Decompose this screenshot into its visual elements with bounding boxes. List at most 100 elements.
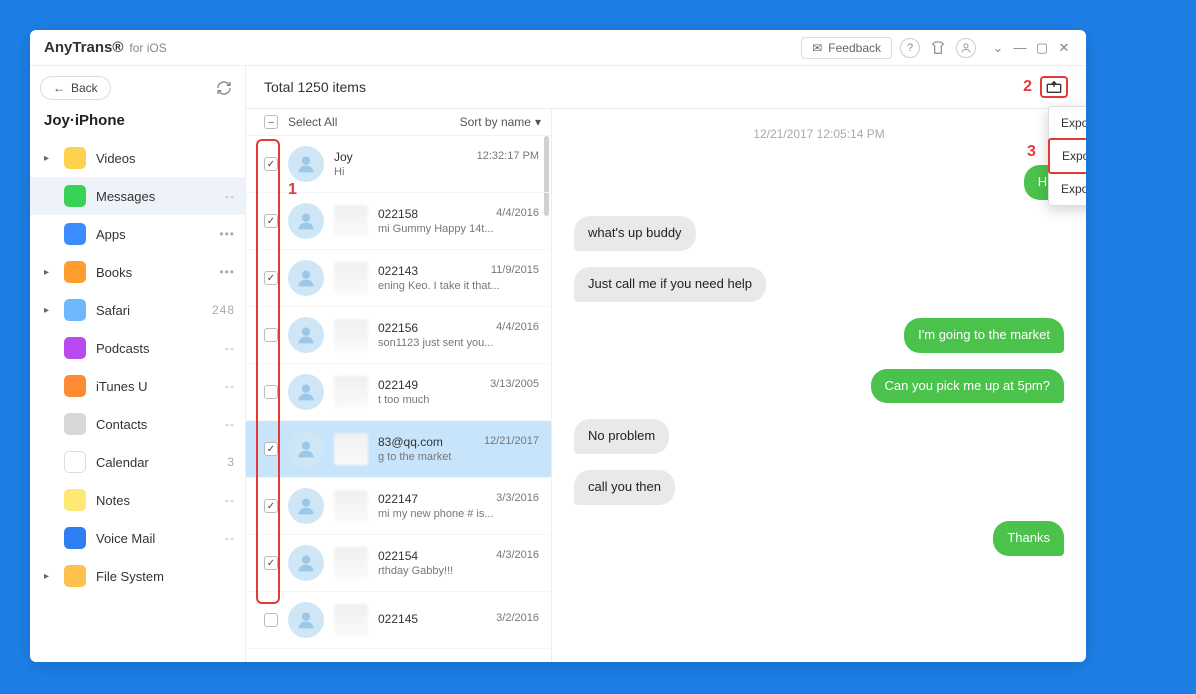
conversation-preview: rthday Gabby!!! <box>378 565 539 577</box>
app-icon <box>64 489 86 511</box>
conversation-row[interactable]: 0221584/4/2016mi Gummy Happy 14t... <box>246 193 551 250</box>
app-window: AnyTrans® for iOS ✉ Feedback ? ⌄ — ▢ ✕ <box>30 30 1086 662</box>
main-panel: Total 1250 items 2 – Select All <box>246 66 1086 662</box>
conversation-row[interactable]: Joy 12:32:17 PM Hi <box>246 136 551 193</box>
feedback-button[interactable]: ✉ Feedback <box>801 37 892 59</box>
feedback-label: Feedback <box>828 41 881 55</box>
conversation-date: 12:32:17 PM <box>477 150 539 164</box>
export-button[interactable] <box>1040 76 1068 98</box>
conversation-name: 83@qq.com <box>378 435 443 449</box>
redacted-block <box>334 604 368 636</box>
conversation-row[interactable]: 0221493/13/2005t too much <box>246 364 551 421</box>
export-menu-item[interactable]: Export as .pdf format <box>1049 173 1086 205</box>
conversation-preview: mi my new phone # is... <box>378 508 539 520</box>
conversation-date: 4/4/2016 <box>496 207 539 221</box>
conversation-checkbox[interactable] <box>264 328 278 342</box>
conversation-checkbox[interactable] <box>264 556 278 570</box>
conversation-checkbox[interactable] <box>264 499 278 513</box>
conversation-scroll[interactable]: Joy 12:32:17 PM Hi 0221584/4/2016mi Gummy H… <box>246 136 551 662</box>
sidebar-item-contacts[interactable]: Contacts-- <box>30 405 245 443</box>
message-incoming: call you then <box>574 470 675 505</box>
conversation-row[interactable]: 022145 3/2/2016 <box>246 592 551 649</box>
sort-dropdown[interactable]: Sort by name ▾ <box>460 115 541 129</box>
sidebar-item-voice-mail[interactable]: Voice Mail-- <box>30 519 245 557</box>
refresh-button[interactable] <box>213 77 235 99</box>
close-button[interactable]: ✕ <box>1056 40 1072 56</box>
conversation-name: 022143 <box>378 264 418 278</box>
conversation-row[interactable]: 02214311/9/2015ening Keo. I take it that… <box>246 250 551 307</box>
chat-panel: 12/21/2017 12:05:14 PM Hiwhat's up buddy… <box>552 109 1086 662</box>
help-icon[interactable]: ? <box>900 38 920 58</box>
conversation-name: 022149 <box>378 378 418 392</box>
sidebar-item-label: Books <box>96 265 209 280</box>
sidebar-item-badge: -- <box>225 493 235 507</box>
sidebar-item-label: Messages <box>96 189 215 204</box>
conversation-preview: son1123 just sent you... <box>378 337 539 349</box>
account-icon[interactable] <box>956 38 976 58</box>
sidebar: ← Back Joy·iPhone ▸Videos Messages -- Apps•… <box>30 66 246 662</box>
sort-label: Sort by name <box>460 115 531 129</box>
maximize-button[interactable]: ▢ <box>1034 40 1050 56</box>
conversation-checkbox[interactable] <box>264 271 278 285</box>
conversation-checkbox[interactable] <box>264 214 278 228</box>
conversation-date: 3/2/2016 <box>496 612 539 626</box>
app-icon <box>64 147 86 169</box>
sidebar-item-messages[interactable]: Messages -- <box>30 177 245 215</box>
conversation-checkbox[interactable] <box>264 157 278 171</box>
dropdown-icon[interactable]: ⌄ <box>990 40 1006 56</box>
sidebar-item-file-system[interactable]: ▸File System <box>30 557 245 595</box>
sidebar-item-itunes-u[interactable]: iTunes U-- <box>30 367 245 405</box>
conversation-preview: Hi <box>334 166 539 178</box>
caret-icon: ▸ <box>44 571 54 582</box>
conversation-checkbox[interactable] <box>264 442 278 456</box>
sidebar-item-badge: -- <box>225 417 235 431</box>
chevron-down-icon: ▾ <box>535 115 541 129</box>
message-row: Just call me if you need help <box>574 267 1064 302</box>
select-all-checkbox[interactable]: – <box>264 115 278 129</box>
minimize-button[interactable]: — <box>1012 40 1028 56</box>
export-menu-item[interactable]: Export as .html format <box>1048 138 1086 174</box>
export-icon <box>1046 80 1062 94</box>
sidebar-item-calendar[interactable]: Calendar3 <box>30 443 245 481</box>
conversation-name: 022145 <box>378 612 418 626</box>
conversation-preview: g to the market <box>378 451 539 463</box>
sidebar-item-label: Podcasts <box>96 341 215 356</box>
message-row: Can you pick me up at 5pm? <box>574 369 1064 404</box>
export-menu-item[interactable]: Export as .txt format <box>1049 107 1086 139</box>
conversation-row[interactable]: 0221564/4/2016son1123 just sent you... <box>246 307 551 364</box>
conversation-row[interactable]: 0221473/3/2016mi my new phone # is... <box>246 478 551 535</box>
conversation-date: 12/21/2017 <box>484 435 539 449</box>
sidebar-item-badge: ••• <box>219 227 235 241</box>
total-items: Total 1250 items <box>264 79 366 95</box>
redacted-block <box>334 262 368 294</box>
device-name: Joy·iPhone <box>30 108 245 139</box>
redacted-block <box>334 205 368 237</box>
avatar-icon <box>288 317 324 353</box>
select-all-label: Select All <box>288 115 337 129</box>
conversation-name: Joy <box>334 150 353 164</box>
back-button[interactable]: ← Back <box>40 76 111 100</box>
redacted-block <box>334 547 368 579</box>
conversation-checkbox[interactable] <box>264 613 278 627</box>
sidebar-item-safari[interactable]: ▸Safari248 <box>30 291 245 329</box>
conversation-preview: t too much <box>378 394 539 406</box>
sidebar-item-badge: -- <box>225 189 235 203</box>
conversation-checkbox[interactable] <box>264 385 278 399</box>
sidebar-item-notes[interactable]: Notes-- <box>30 481 245 519</box>
conversation-row[interactable]: 0221544/3/2016rthday Gabby!!! <box>246 535 551 592</box>
theme-icon[interactable] <box>928 38 948 58</box>
message-row: call you then <box>574 470 1064 505</box>
avatar-icon <box>288 488 324 524</box>
conversation-row[interactable]: 83@qq.com 12/21/2017 g to the market <box>246 421 551 478</box>
conversation-name: 022147 <box>378 492 418 506</box>
sidebar-item-podcasts[interactable]: Podcasts-- <box>30 329 245 367</box>
caret-icon: ▸ <box>44 153 54 164</box>
avatar-icon <box>288 374 324 410</box>
sidebar-item-apps[interactable]: Apps••• <box>30 215 245 253</box>
sidebar-item-books[interactable]: ▸Books••• <box>30 253 245 291</box>
message-incoming: Just call me if you need help <box>574 267 766 302</box>
sidebar-item-label: Voice Mail <box>96 531 215 546</box>
message-row: what's up buddy <box>574 216 1064 251</box>
sidebar-item-videos[interactable]: ▸Videos <box>30 139 245 177</box>
caret-icon: ▸ <box>44 267 54 278</box>
